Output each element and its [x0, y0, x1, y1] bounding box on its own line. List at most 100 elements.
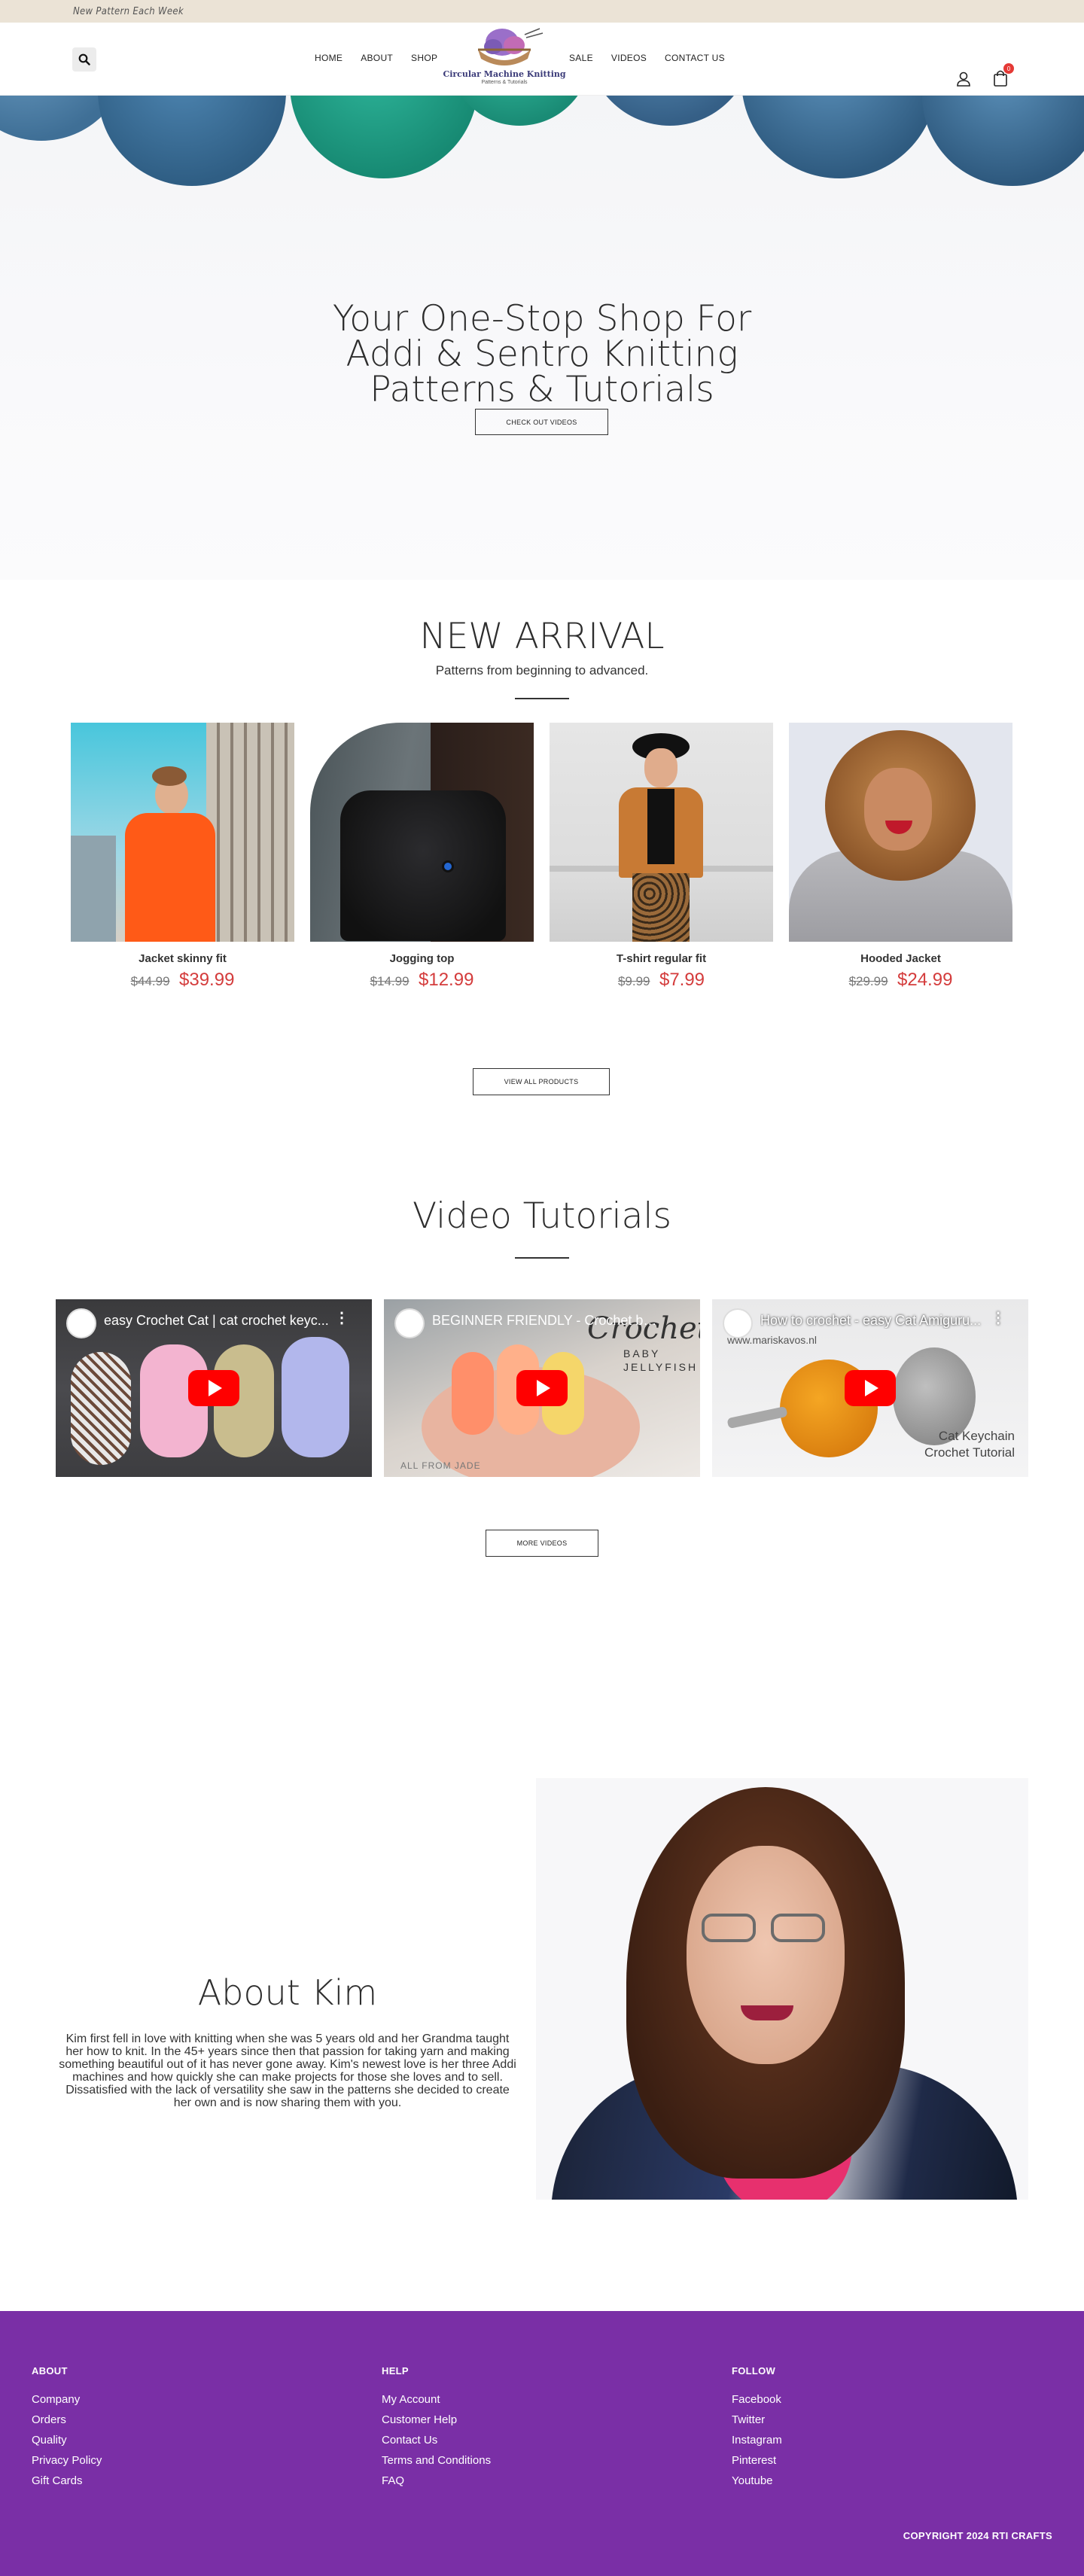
site-header: HOME ABOUT SHOP Circular Machine Knittin… — [0, 23, 1084, 96]
footer-link-privacy-policy[interactable]: Privacy Policy — [32, 2455, 102, 2466]
search-button[interactable] — [72, 47, 96, 72]
play-button[interactable] — [845, 1370, 896, 1406]
more-options-icon[interactable]: ⋮ — [334, 1311, 349, 1326]
video-title[interactable]: easy Crochet Cat | cat crochet keyc... — [104, 1313, 334, 1329]
product-price: $29.99 $24.99 — [789, 970, 1012, 991]
hero-banner: Your One-Stop Shop For Addi & Sentro Kni… — [0, 96, 1084, 580]
nav-sale[interactable]: SALE — [569, 53, 593, 63]
video-overlay-text: BABY — [623, 1347, 661, 1360]
check-out-videos-button[interactable]: CHECK OUT VIDEOS — [475, 409, 608, 435]
main-nav-right: SALE VIDEOS CONTACT US — [569, 53, 725, 63]
yarn-ball-image — [922, 96, 1084, 186]
about-text: Kim first fell in love with knitting whe… — [59, 2032, 516, 2109]
product-card[interactable]: T-shirt regular fit $9.99 $7.99 — [550, 723, 773, 991]
product-image[interactable] — [71, 723, 294, 942]
hero-title: Your One-Stop Shop For Addi & Sentro Kni… — [0, 301, 1084, 407]
main-nav-left: HOME ABOUT SHOP — [315, 53, 437, 63]
product-name[interactable]: Jacket skinny fit — [71, 952, 294, 965]
about-section: About Kim Kim first fell in love with kn… — [0, 1724, 1084, 2311]
user-icon[interactable] — [955, 70, 973, 88]
video-overlay-text: Crochet Tutorial — [924, 1445, 1015, 1460]
product-old-price: $44.99 — [130, 974, 170, 988]
footer-link-my-account[interactable]: My Account — [382, 2394, 491, 2405]
product-sale-price: $39.99 — [179, 970, 235, 990]
logo-subtitle: Patterns & Tutorials — [481, 80, 528, 85]
footer-link-terms[interactable]: Terms and Conditions — [382, 2455, 491, 2466]
footer-heading: HELP — [382, 2365, 409, 2377]
hero-title-line: Patterns & Tutorials — [370, 369, 714, 410]
channel-avatar[interactable] — [394, 1308, 425, 1338]
footer-link-twitter[interactable]: Twitter — [732, 2414, 782, 2425]
section-divider — [515, 1257, 569, 1259]
copyright-text: COPYRIGHT 2024 RTI CRAFTS — [903, 2530, 1052, 2541]
product-old-price: $9.99 — [617, 974, 650, 988]
product-grid: Jacket skinny fit $44.99 $39.99 Jogging … — [71, 723, 1012, 991]
play-icon — [865, 1380, 878, 1396]
video-tutorials-title: Video Tutorials — [413, 1195, 671, 1237]
product-card[interactable]: Jacket skinny fit $44.99 $39.99 — [71, 723, 294, 991]
video-embed[interactable]: Crochet BABY JELLYFISH ALL FROM JADE BEG… — [384, 1299, 700, 1477]
footer-link-quality[interactable]: Quality — [32, 2434, 102, 2446]
nav-about[interactable]: ABOUT — [361, 53, 393, 63]
kim-portrait-image — [536, 1778, 1028, 2200]
nav-shop[interactable]: SHOP — [411, 53, 437, 63]
footer-link-contact-us[interactable]: Contact Us — [382, 2434, 491, 2446]
nav-videos[interactable]: VIDEOS — [611, 53, 647, 63]
footer-heading: FOLLOW — [732, 2365, 776, 2377]
footer-link-youtube[interactable]: Youtube — [732, 2475, 782, 2486]
channel-avatar[interactable] — [66, 1308, 96, 1338]
yarn-ball-image — [290, 96, 478, 178]
announcement-bar: New Pattern Each Week — [0, 0, 1084, 23]
product-old-price: $29.99 — [848, 974, 888, 988]
hero-title-line: Your One-Stop Shop For — [332, 298, 752, 340]
play-button[interactable] — [516, 1370, 568, 1406]
new-arrival-section: NEW ARRIVAL Patterns from beginning to a… — [0, 580, 1084, 1152]
product-image[interactable] — [550, 723, 773, 942]
hero-title-line: Addi & Sentro Knitting — [346, 333, 738, 375]
footer-heading: ABOUT — [32, 2365, 68, 2377]
video-title[interactable]: BEGINNER FRIENDLY - Crochet bab... — [432, 1313, 662, 1329]
video-grid: easy Crochet Cat | cat crochet keyc... ⋮… — [56, 1299, 1028, 1477]
play-button[interactable] — [188, 1370, 239, 1406]
site-footer: ABOUT Company Orders Quality Privacy Pol… — [0, 2311, 1084, 2576]
product-price: $14.99 $12.99 — [310, 970, 534, 991]
video-tutorials-section: Video Tutorials easy Crochet Cat | cat c… — [0, 1152, 1084, 1724]
more-options-icon[interactable]: ⋮ — [991, 1311, 1006, 1326]
cart-count-badge: 0 — [1003, 63, 1014, 74]
footer-link-company[interactable]: Company — [32, 2394, 102, 2405]
product-sale-price: $7.99 — [659, 970, 705, 990]
product-name[interactable]: Jogging top — [310, 952, 534, 965]
product-name[interactable]: T-shirt regular fit — [550, 952, 773, 965]
footer-about-column: ABOUT Company Orders Quality Privacy Pol… — [32, 2365, 102, 2495]
footer-link-instagram[interactable]: Instagram — [732, 2434, 782, 2446]
footer-link-customer-help[interactable]: Customer Help — [382, 2414, 491, 2425]
product-image[interactable] — [789, 723, 1012, 942]
footer-link-gift-cards[interactable]: Gift Cards — [32, 2475, 102, 2486]
footer-link-orders[interactable]: Orders — [32, 2414, 102, 2425]
product-image[interactable] — [310, 723, 534, 942]
product-card[interactable]: Hooded Jacket $29.99 $24.99 — [789, 723, 1012, 991]
site-logo[interactable]: Circular Machine Knitting Patterns & Tut… — [443, 26, 566, 93]
footer-link-facebook[interactable]: Facebook — [732, 2394, 782, 2405]
product-name[interactable]: Hooded Jacket — [789, 952, 1012, 965]
video-embed[interactable]: easy Crochet Cat | cat crochet keyc... ⋮ — [56, 1299, 372, 1477]
announcement-text: New Pattern Each Week — [73, 5, 184, 17]
footer-follow-column: FOLLOW Facebook Twitter Instagram Pinter… — [732, 2365, 782, 2495]
view-all-products-button[interactable]: VIEW ALL PRODUCTS — [473, 1068, 610, 1095]
channel-avatar[interactable] — [723, 1308, 753, 1338]
about-title: About Kim — [197, 1972, 378, 2013]
product-price: $9.99 $7.99 — [550, 970, 773, 991]
search-icon — [78, 53, 90, 65]
yarn-ball-image — [98, 96, 286, 186]
logo-title: Circular Machine Knitting — [443, 69, 566, 79]
video-embed[interactable]: www.mariskavos.nl Cat Keychain Crochet T… — [712, 1299, 1028, 1477]
more-videos-button[interactable]: MORE VIDEOS — [486, 1530, 598, 1557]
footer-link-faq[interactable]: FAQ — [382, 2475, 491, 2486]
video-title[interactable]: How to crochet - easy Cat Amiguru... — [760, 1313, 991, 1329]
section-divider — [515, 698, 569, 699]
product-card[interactable]: Jogging top $14.99 $12.99 — [310, 723, 534, 991]
nav-home[interactable]: HOME — [315, 53, 343, 63]
nav-contact-us[interactable]: CONTACT US — [665, 53, 725, 63]
yarn-ball-image — [741, 96, 937, 178]
footer-link-pinterest[interactable]: Pinterest — [732, 2455, 782, 2466]
